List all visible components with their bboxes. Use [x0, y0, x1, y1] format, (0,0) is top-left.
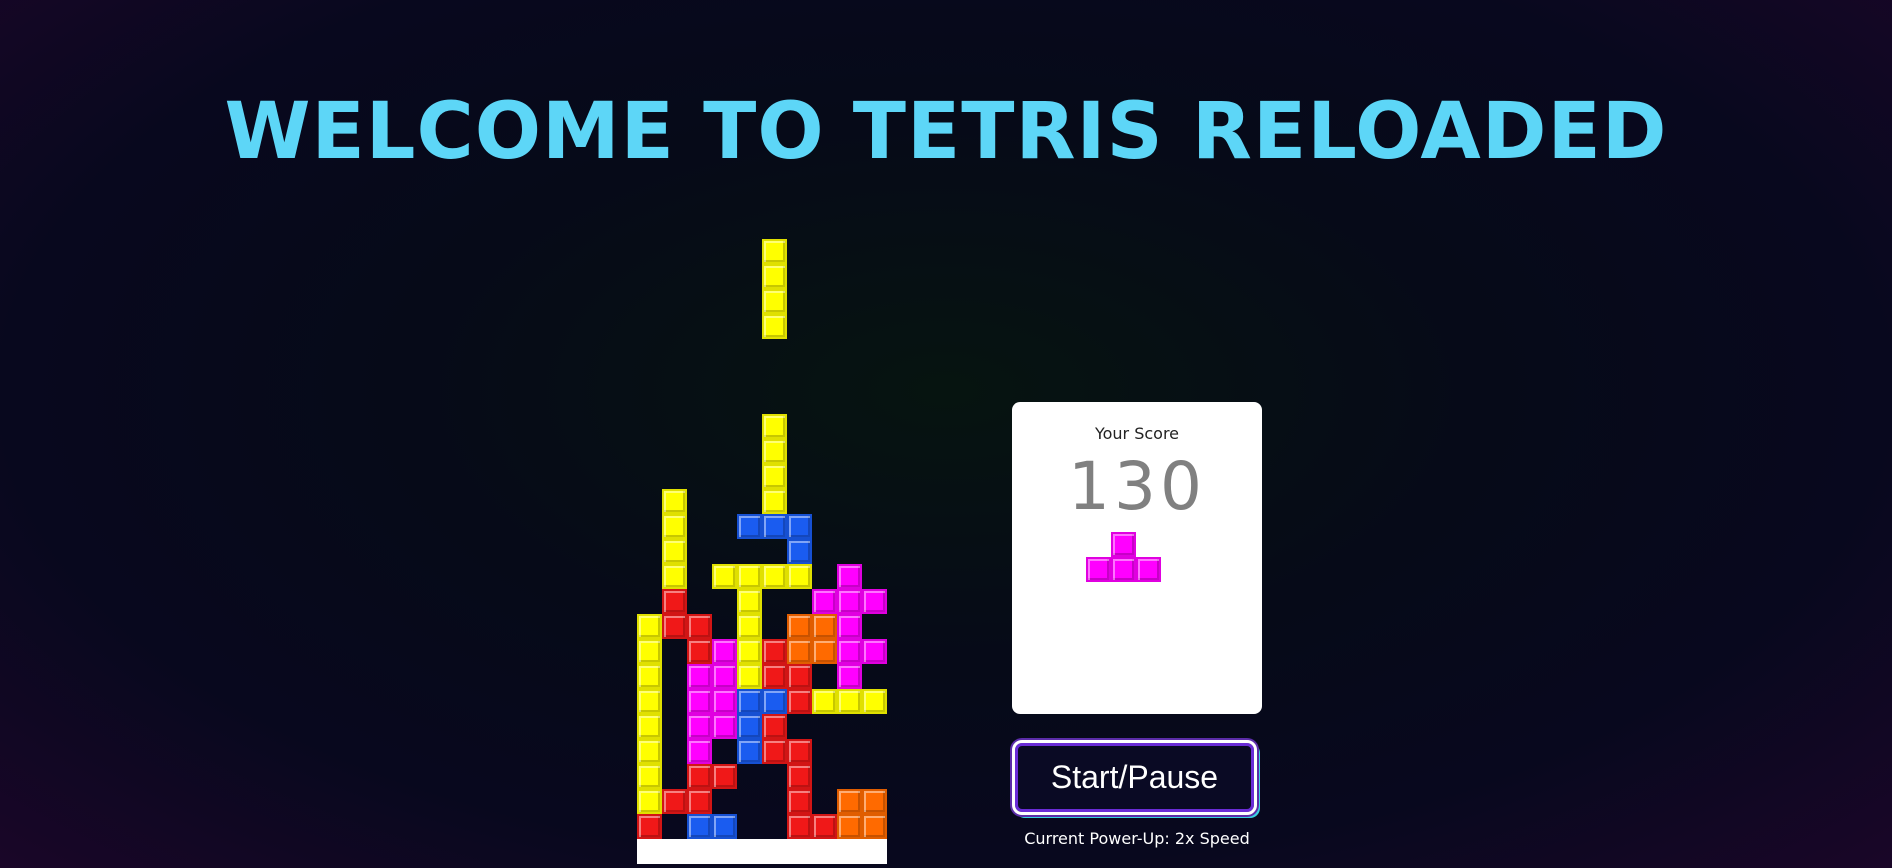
score-label: Your Score — [1094, 424, 1180, 443]
board-block-orange — [837, 814, 862, 839]
board-block-red — [787, 789, 812, 814]
board-block-yellow — [762, 314, 787, 339]
board-block-red — [762, 739, 787, 764]
board-block-magenta — [687, 714, 712, 739]
board-block-blue — [737, 714, 762, 739]
board-block-red — [687, 614, 712, 639]
board-block-magenta — [862, 639, 887, 664]
board-block-red — [687, 789, 712, 814]
score-panel: Your Score 130 — [1012, 402, 1262, 714]
next-piece-block — [1111, 532, 1136, 557]
board-block-yellow — [737, 639, 762, 664]
board-block-yellow — [662, 514, 687, 539]
board-block-yellow — [637, 714, 662, 739]
board-block-red — [787, 814, 812, 839]
next-piece-preview — [1086, 532, 1161, 582]
board-block-red — [787, 664, 812, 689]
board-block-yellow — [737, 614, 762, 639]
board-block-yellow — [762, 264, 787, 289]
board-block-yellow — [637, 689, 662, 714]
board-block-yellow — [762, 239, 787, 264]
board-block-magenta — [712, 664, 737, 689]
board-block-magenta — [862, 589, 887, 614]
board-block-red — [662, 789, 687, 814]
board-block-yellow — [737, 589, 762, 614]
board-block-yellow — [762, 564, 787, 589]
board-block-blue — [762, 689, 787, 714]
board-block-yellow — [737, 664, 762, 689]
board-block-orange — [862, 789, 887, 814]
board-block-orange — [787, 639, 812, 664]
score-value: 130 — [1068, 448, 1206, 525]
board-block-yellow — [787, 564, 812, 589]
board-block-magenta — [837, 614, 862, 639]
board-block-yellow — [637, 764, 662, 789]
board-block-blue — [737, 739, 762, 764]
board-block-magenta — [837, 664, 862, 689]
start-pause-button[interactable]: Start/Pause — [1012, 740, 1257, 815]
board-block-magenta — [837, 564, 862, 589]
board-block-red — [787, 739, 812, 764]
board-block-red — [762, 714, 787, 739]
board-block-yellow — [862, 689, 887, 714]
board-block-yellow — [737, 564, 762, 589]
board-block-magenta — [687, 739, 712, 764]
board-block-blue — [737, 689, 762, 714]
board-block-blue — [787, 514, 812, 539]
board-block-yellow — [762, 289, 787, 314]
board-block-orange — [812, 639, 837, 664]
powerup-status: Current Power-Up: 2x Speed — [1024, 829, 1250, 848]
next-piece-block — [1111, 557, 1136, 582]
board-block-magenta — [712, 689, 737, 714]
board-block-orange — [812, 614, 837, 639]
board-block-blue — [687, 814, 712, 839]
board-block-yellow — [637, 664, 662, 689]
game-board — [637, 239, 887, 864]
board-block-yellow — [762, 464, 787, 489]
board-block-yellow — [762, 489, 787, 514]
board-block-yellow — [662, 489, 687, 514]
board-block-red — [787, 689, 812, 714]
board-block-magenta — [687, 664, 712, 689]
board-block-magenta — [712, 714, 737, 739]
board-block-magenta — [837, 589, 862, 614]
board-block-blue — [787, 539, 812, 564]
board-block-yellow — [637, 639, 662, 664]
board-block-orange — [862, 814, 887, 839]
board-block-yellow — [637, 614, 662, 639]
board-block-yellow — [662, 539, 687, 564]
board-block-yellow — [637, 739, 662, 764]
board-block-red — [687, 639, 712, 664]
next-piece-block — [1086, 557, 1111, 582]
board-block-red — [712, 764, 737, 789]
board-block-yellow — [812, 689, 837, 714]
board-block-magenta — [712, 639, 737, 664]
board-block-magenta — [812, 589, 837, 614]
board-block-blue — [762, 514, 787, 539]
board-block-yellow — [762, 439, 787, 464]
board-block-red — [637, 814, 662, 839]
board-block-red — [787, 764, 812, 789]
board-block-magenta — [837, 639, 862, 664]
board-block-yellow — [662, 564, 687, 589]
board-block-orange — [787, 614, 812, 639]
board-block-blue — [712, 814, 737, 839]
board-block-red — [812, 814, 837, 839]
board-block-magenta — [687, 689, 712, 714]
board-block-red — [662, 614, 687, 639]
board-block-red — [662, 589, 687, 614]
board-block-yellow — [637, 789, 662, 814]
board-block-blue — [737, 514, 762, 539]
board-block-yellow — [837, 689, 862, 714]
board-block-yellow — [762, 414, 787, 439]
board-block-orange — [837, 789, 862, 814]
next-piece-block — [1136, 557, 1161, 582]
board-block-red — [762, 664, 787, 689]
board-block-red — [762, 639, 787, 664]
board-block-yellow — [712, 564, 737, 589]
page-title: WELCOME TO TETRIS RELOADED — [224, 87, 1668, 177]
board-floor — [637, 839, 887, 864]
board-block-red — [687, 764, 712, 789]
